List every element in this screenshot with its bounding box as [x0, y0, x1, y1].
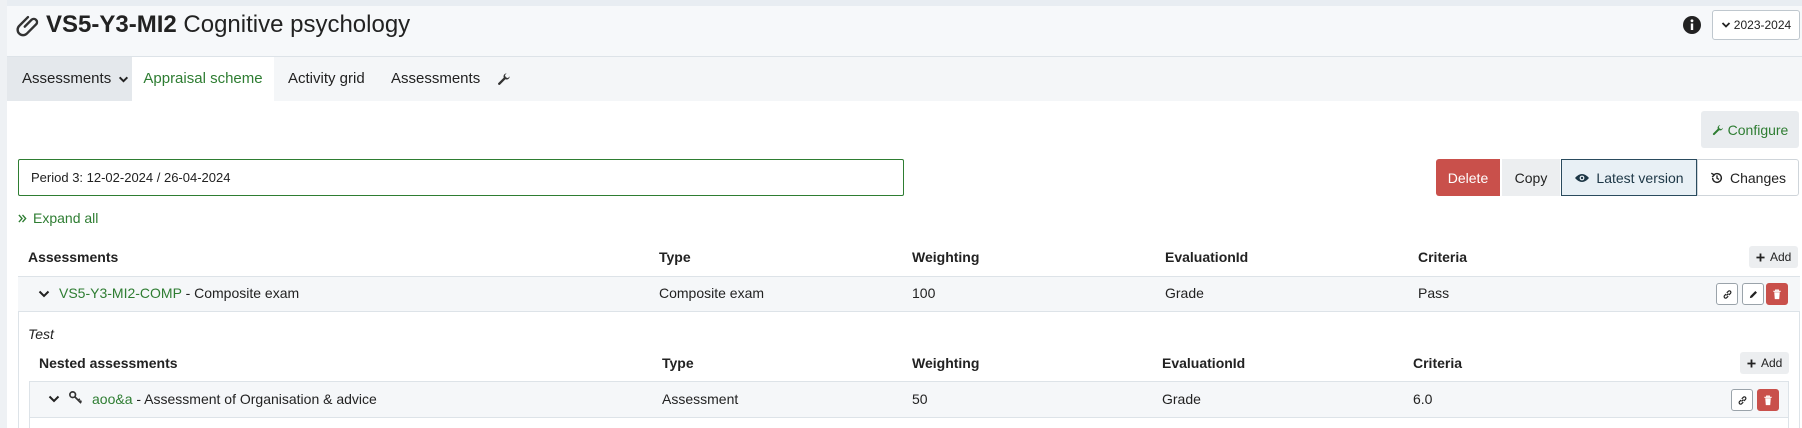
page-title: VS5-Y3-MI2 Cognitive psychology [46, 10, 410, 40]
wrench-icon [1712, 124, 1723, 135]
add-label: Add [1770, 250, 1792, 264]
year-selector[interactable]: 2023-2024 [1712, 10, 1800, 40]
nested-column-header-weighting: Weighting [912, 355, 980, 371]
chevron-down-icon [119, 76, 129, 83]
assessment-cell: VS5-Y3-MI2-COMP - Composite exam [59, 285, 299, 301]
nested-type-cell: Assessment [662, 391, 739, 407]
trash-icon [1773, 289, 1781, 299]
year-label: 2023-2024 [1733, 18, 1792, 32]
period-select[interactable]: Period 3: 12-02-2024 / 26-04-2024 [18, 159, 904, 196]
chevron-down-icon [1721, 22, 1730, 28]
nested-column-header-assessments: Nested assessments [39, 355, 178, 371]
nested-column-header-evaluationid: EvaluationId [1162, 355, 1246, 371]
plus-icon [1756, 252, 1765, 262]
assessment-name: - Composite exam [185, 285, 300, 301]
tab-assessments[interactable]: Assessments [391, 57, 480, 101]
configure-label: Configure [1727, 121, 1789, 138]
tab-label: Assessments [22, 70, 112, 87]
add-nested-assessment-button[interactable]: Add [1740, 352, 1790, 374]
latest-version-label: Latest version [1596, 169, 1684, 186]
chevron-down-icon[interactable] [38, 289, 50, 299]
wrench-icon [498, 73, 510, 85]
edit-button[interactable] [1742, 283, 1764, 305]
chevron-down-icon[interactable] [48, 394, 60, 404]
plus-icon [1747, 358, 1756, 368]
weighting-cell: 100 [912, 285, 936, 301]
changes-button[interactable]: Changes [1697, 159, 1799, 196]
history-icon [1710, 172, 1723, 183]
course-code: VS5-Y3-MI2 [46, 11, 177, 38]
criteria-cell: Pass [1418, 285, 1450, 301]
column-header-criteria: Criteria [1418, 249, 1468, 265]
column-header-assessments: Assessments [28, 249, 119, 265]
nested-link-button[interactable] [1731, 389, 1753, 411]
nested-criteria-cell: 6.0 [1413, 391, 1433, 407]
tab-activity-grid[interactable]: Activity grid [288, 57, 365, 101]
tab-settings[interactable] [497, 57, 513, 101]
nested-evaluationid-cell: Grade [1162, 391, 1201, 407]
group-label: Test [28, 326, 54, 342]
expand-all-link[interactable]: Expand all [18, 210, 98, 226]
column-header-weighting: Weighting [912, 249, 980, 265]
left-rail [0, 0, 7, 428]
info-icon[interactable] [1682, 15, 1702, 35]
nested-delete-button[interactable] [1757, 389, 1779, 411]
tab-assessments-dropdown[interactable]: Assessments [7, 57, 132, 101]
copy-button[interactable]: Copy [1502, 159, 1560, 196]
nested-column-header-criteria: Criteria [1413, 355, 1463, 371]
nested-column-header-type: Type [662, 355, 694, 371]
course-name: Cognitive psychology [183, 11, 411, 38]
key-icon [69, 391, 83, 404]
eye-icon [1575, 173, 1590, 182]
paperclip-icon [16, 15, 39, 37]
nested-weighting-cell: 50 [912, 391, 928, 407]
add-assessment-button[interactable]: Add [1749, 246, 1799, 268]
nested-row-continuation [29, 418, 1789, 428]
link-button[interactable] [1716, 283, 1738, 305]
type-cell: Composite exam [659, 285, 765, 301]
trash-icon [1764, 395, 1772, 405]
evaluationid-cell: Grade [1165, 285, 1204, 301]
link-icon [1723, 289, 1731, 299]
double-chevron-right-icon [18, 213, 27, 223]
assessment-code-link[interactable]: VS5-Y3-MI2-COMP [59, 285, 182, 301]
delete-row-button[interactable] [1766, 283, 1788, 305]
delete-button[interactable]: Delete [1436, 159, 1500, 196]
changes-label: Changes [1729, 169, 1787, 186]
tab-appraisal-scheme[interactable]: Appraisal scheme [132, 57, 274, 101]
expand-all-label: Expand all [33, 210, 99, 226]
nested-assessment-cell: aoo&a - Assessment of Organisation & adv… [92, 391, 377, 407]
column-header-evaluationid: EvaluationId [1165, 249, 1249, 265]
nested-assessment-name: - Assessment of Organisation & advice [136, 391, 377, 407]
pencil-icon [1749, 290, 1757, 298]
link-icon [1738, 395, 1746, 405]
column-header-type: Type [659, 249, 691, 265]
nested-assessment-code-link[interactable]: aoo&a [92, 391, 132, 407]
add-label: Add [1761, 356, 1783, 370]
tab-bar: Assessments Appraisal scheme Activity gr… [7, 57, 1802, 101]
latest-version-button[interactable]: Latest version [1561, 159, 1697, 196]
configure-button[interactable]: Configure [1701, 111, 1799, 148]
